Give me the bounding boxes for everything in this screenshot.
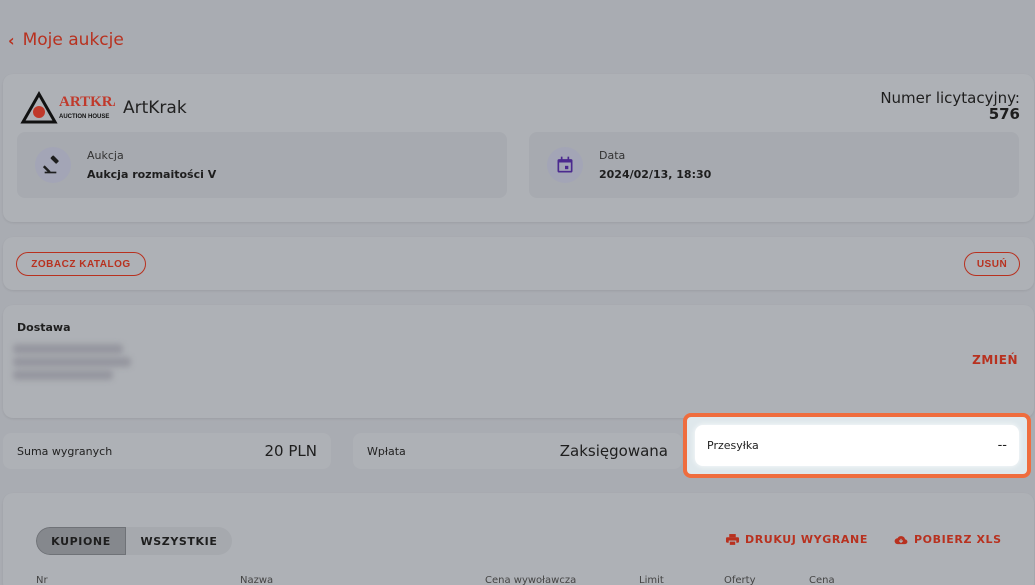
auction-label: Aukcja [87,149,124,162]
column-header: Oferty [724,575,756,585]
change-delivery-button[interactable]: ZMIEŃ [972,353,1018,367]
payment-value: Zaksięgowana [559,442,668,460]
auction-header-card: ARTKRAK AUCTION HOUSE ArtKrak Numer licy… [3,74,1034,222]
delete-button[interactable]: USUŃ [964,252,1020,276]
back-link[interactable]: ‹ Moje aukcje [8,30,124,50]
gavel-icon [35,147,71,183]
back-link-label: Moje aukcje [22,30,124,50]
column-header: Cena [809,575,835,585]
bid-number-value: 576 [988,105,1020,123]
won-items-card: KUPIONE WSZYSTKIE DRUKUJ WYGRANE POBIERZ… [3,493,1034,585]
artkrak-logo: ARTKRAK AUCTION HOUSE [19,88,135,124]
delivery-card: Dostawa ZMIEŃ [3,305,1034,418]
wins-label: Suma wygranych [17,444,113,458]
wins-value: 20 PLN [264,442,317,460]
payment-summary: Wpłata Zaksięgowana [353,433,682,469]
bid-number: Numer licytacyjny: 576 [880,90,1020,122]
shipping-value: -- [997,438,1007,453]
column-header: Cena wywoławcza [485,575,577,585]
printer-icon [726,533,739,546]
payment-label: Wpłata [367,444,406,458]
chevron-left-icon: ‹ [8,30,15,50]
cloud-download-icon [894,535,908,544]
column-header: Nr [36,575,48,585]
date-value: 2024/02/13, 18:30 [599,168,712,181]
print-wins-label: DRUKUJ WYGRANE [745,533,868,546]
print-wins-link[interactable]: DRUKUJ WYGRANE [726,533,868,546]
wins-summary: Suma wygranych 20 PLN [3,433,331,469]
column-header: Limit [639,575,664,585]
view-catalog-button[interactable]: ZOBACZ KATALOG [16,252,146,276]
tab-all[interactable]: WSZYSTKIE [126,527,232,555]
tab-bar: KUPIONE WSZYSTKIE [36,527,232,555]
shipping-summary[interactable]: Przesyłka -- [695,425,1019,466]
blurred-address [13,341,131,387]
shipping-label: Przesyłka [707,439,759,452]
download-xls-link[interactable]: POBIERZ XLS [894,533,1002,546]
auction-info: Aukcja Aukcja rozmaitości V [17,132,507,198]
shipping-highlight: Przesyłka -- [683,413,1031,478]
actions-card: ZOBACZ KATALOG USUŃ [3,237,1034,290]
download-xls-label: POBIERZ XLS [914,533,1002,546]
calendar-icon [547,147,583,183]
tab-bought[interactable]: KUPIONE [36,527,126,555]
auction-value: Aukcja rozmaitości V [87,168,217,181]
date-info: Data 2024/02/13, 18:30 [529,132,1019,198]
bid-number-label: Numer licytacyjny: [880,89,1020,107]
svg-text:AUCTION HOUSE: AUCTION HOUSE [59,114,109,120]
auction-house-name: ArtKrak [123,98,187,118]
delivery-title: Dostawa [17,321,71,334]
svg-text:ARTKRAK: ARTKRAK [59,94,115,110]
column-header: Nazwa [240,575,274,585]
date-label: Data [599,149,626,162]
